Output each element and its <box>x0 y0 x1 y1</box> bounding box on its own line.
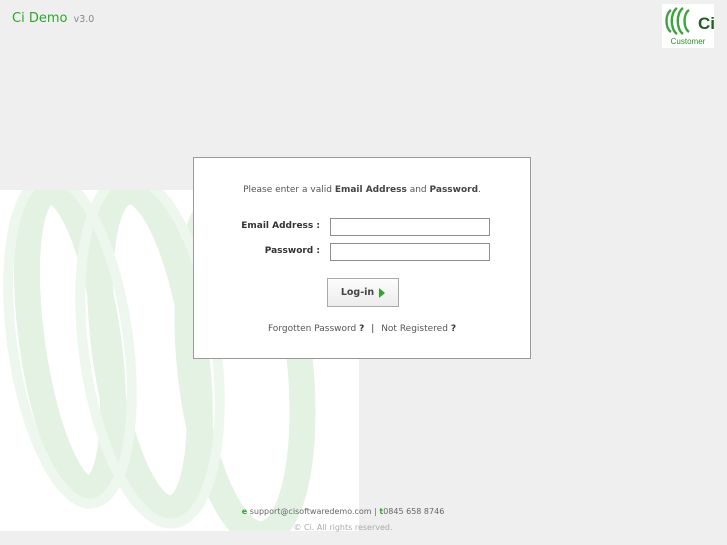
not-registered-label: Not Registered <box>381 324 448 334</box>
links-separator: | <box>371 324 375 334</box>
not-registered-link[interactable]: Not Registered ? <box>381 324 456 334</box>
login-button-label: Log-in <box>340 287 375 298</box>
login-instructions: Please enter a valid Email Address and P… <box>194 185 530 195</box>
support-email-link[interactable]: support@cisoftwaredemo.com <box>250 507 372 516</box>
account-links: Forgotten Password ? | Not Registered ? <box>194 324 530 334</box>
app-title: Ci Demo v3.0 <box>12 11 94 26</box>
forgotten-password-mark: ? <box>359 324 365 334</box>
login-button[interactable]: Log-in <box>327 278 399 307</box>
forgotten-password-link[interactable]: Forgotten Password ? <box>268 324 364 334</box>
footer-pipe: | <box>374 507 377 516</box>
password-label: Password : <box>264 246 320 256</box>
svg-text:Ci: Ci <box>698 14 714 33</box>
not-registered-mark: ? <box>450 324 457 334</box>
copyright-text: © Ci. All rights reserved. <box>293 523 393 532</box>
password-field[interactable] <box>330 243 490 261</box>
email-label: Email Address : <box>241 221 320 231</box>
app-version: v3.0 <box>73 14 95 25</box>
brand-logo: Ci Customer <box>662 4 714 48</box>
intro-text: Please enter a valid <box>243 185 332 195</box>
play-arrow-icon <box>379 287 386 298</box>
login-panel: Please enter a valid Email Address and P… <box>193 157 531 359</box>
support-phone: 0845 658 8746 <box>383 507 445 516</box>
intro-period: . <box>478 185 481 195</box>
email-field[interactable] <box>330 218 490 236</box>
forgotten-password-label: Forgotten Password <box>267 324 357 334</box>
intro-and-text: and <box>409 185 427 195</box>
app-title-text: Ci Demo <box>12 11 68 26</box>
brand-caption: Customer <box>670 37 706 46</box>
footer-contact: e support@cisoftwaredemo.com | t0845 658… <box>0 507 686 516</box>
email-key: e <box>241 507 248 516</box>
intro-password-emphasis: Password <box>429 185 479 195</box>
ci-swirl-logo-icon: Ci <box>665 7 714 35</box>
intro-email-emphasis: Email Address <box>334 185 407 195</box>
